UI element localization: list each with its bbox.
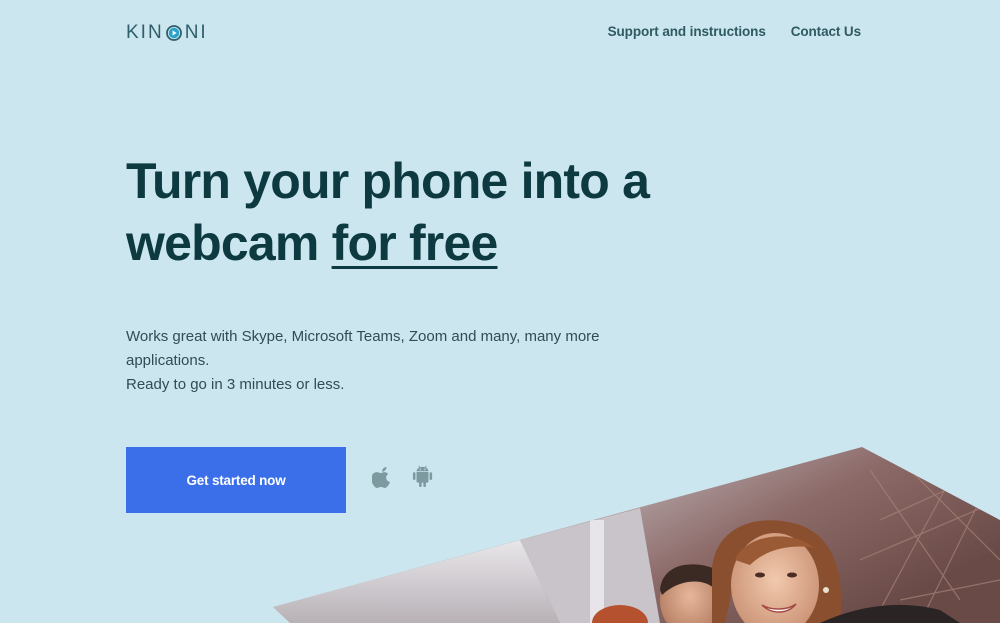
platform-icons <box>372 465 433 489</box>
hero-title-emphasis: for free <box>331 215 499 271</box>
hero-title-line1: Turn your phone into a <box>126 153 650 209</box>
get-started-button[interactable]: Get started now <box>126 447 346 513</box>
hero-title: Turn your phone into a webcam for free <box>126 150 746 274</box>
hero-title-line2: webcam <box>126 215 332 271</box>
logo-text-start: KIN <box>126 22 164 43</box>
android-icon[interactable] <box>412 465 433 489</box>
hero-description: Works great with Skype, Microsoft Teams,… <box>126 325 626 397</box>
hero-description-line1: Works great with Skype, Microsoft Teams,… <box>126 328 600 369</box>
hero-description-line2: Ready to go in 3 minutes or less. <box>126 376 345 393</box>
top-nav: Support and instructions Contact Us <box>608 24 861 39</box>
logo-play-icon <box>165 25 182 41</box>
page: KIN NI Support and instructions Contact … <box>0 0 1000 623</box>
nav-contact-link[interactable]: Contact Us <box>791 24 861 39</box>
nav-support-link[interactable]: Support and instructions <box>608 24 766 39</box>
hero-photo <box>273 447 1000 623</box>
logo-text-end: NI <box>184 22 208 43</box>
kinoni-logo[interactable]: KIN NI <box>126 22 208 44</box>
apple-icon[interactable] <box>372 465 393 489</box>
